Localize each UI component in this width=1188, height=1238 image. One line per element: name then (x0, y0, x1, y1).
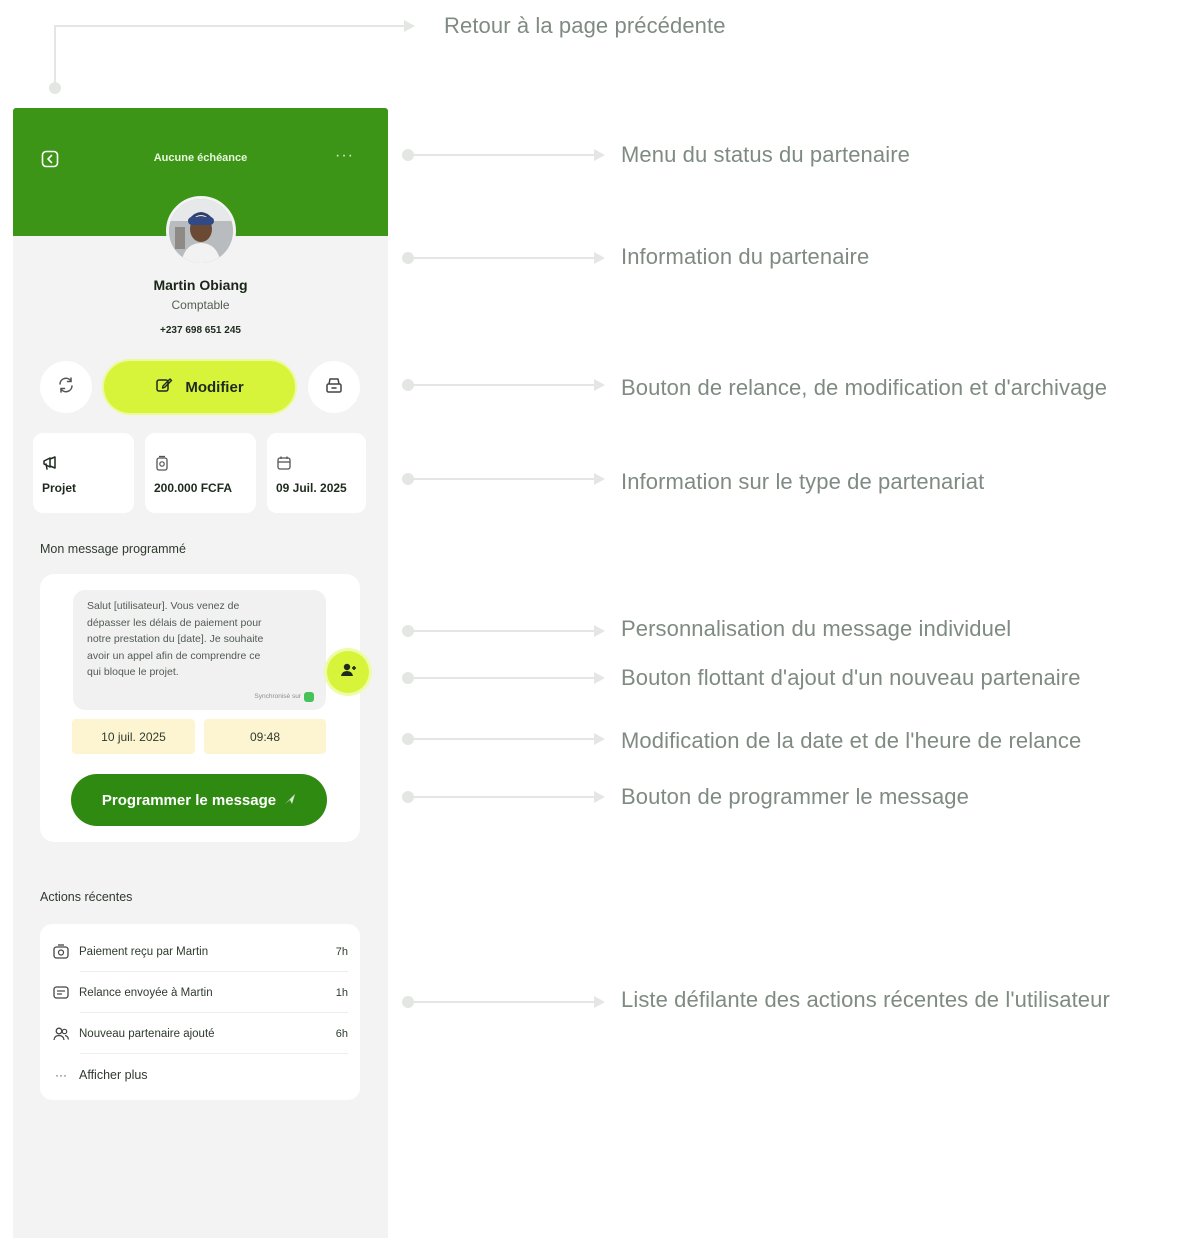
send-icon (284, 792, 296, 809)
relaunch-button[interactable] (40, 361, 92, 413)
annotation-label: Retour à la page précédente (444, 13, 726, 38)
partnership-type-card[interactable]: Projet (33, 433, 134, 513)
sync-label: Synchronisé sur (254, 692, 301, 700)
archive-button[interactable] (308, 361, 360, 413)
archive-icon (324, 375, 344, 400)
partnership-date-card[interactable]: 09 Juil. 2025 (267, 433, 366, 513)
partnership-date-value: 09 Juil. 2025 (276, 481, 347, 495)
partnership-amount-value: 200.000 FCFA (154, 481, 233, 495)
list-item[interactable]: Paiement reçu par Martin 7h (52, 931, 348, 972)
action-label: Relance envoyée à Martin (79, 986, 213, 999)
relaunch-date-field[interactable]: 10 juil. 2025 (72, 719, 195, 754)
annotation-label: Personnalisation du message individuel (621, 616, 1012, 641)
action-time: 7h (335, 945, 348, 958)
recent-actions-title: Actions récentes (40, 890, 133, 904)
schedule-button-label: Programmer le message (101, 791, 277, 809)
refresh-icon (56, 375, 76, 400)
schedule-message-button[interactable]: Programmer le message (71, 774, 327, 826)
payment-icon (52, 943, 70, 961)
annotation-label: Information du partenaire (621, 244, 870, 269)
annotation-label: Bouton de programmer le message (621, 784, 969, 809)
money-icon (154, 455, 170, 475)
message-line: notre prestation du [date]. Je souhaite (87, 633, 264, 645)
action-time: 1h (335, 986, 348, 999)
action-label: Nouveau partenaire ajouté (79, 1027, 215, 1040)
more-dots-icon: ··· (55, 1067, 67, 1082)
modify-label: Modifier (185, 378, 244, 396)
partnership-amount-card[interactable]: 200.000 FCFA (145, 433, 256, 513)
users-icon (52, 1025, 70, 1043)
edit-icon (155, 376, 173, 398)
scheduled-message-panel: Salut [utilisateur]. Vous venez de dépas… (40, 574, 369, 842)
partner-role: Comptable (171, 298, 230, 312)
action-time: 6h (335, 1027, 348, 1040)
scheduled-message-title: Mon message programmé (40, 542, 186, 556)
message-line: qui bloque le projet. (87, 666, 179, 678)
megaphone-icon (42, 456, 58, 475)
message-line: dépasser les délais de paiement pour (87, 616, 262, 629)
status-title[interactable]: Aucune échéance (13, 152, 388, 164)
avatar (166, 196, 236, 266)
sync-status: Synchronisé sur (254, 689, 314, 706)
message-line: Salut [utilisateur]. Vous venez de (87, 600, 240, 612)
partnership-type-value: Projet (42, 481, 77, 495)
annotation-label: Liste défilante des actions récentes de … (621, 987, 1110, 1012)
message-icon (52, 984, 70, 1002)
message-line: avoir un appel afin de comprendre ce (87, 649, 261, 662)
action-label: Paiement reçu par Martin (79, 945, 209, 958)
message-text-area[interactable]: Salut [utilisateur]. Vous venez de dépas… (73, 590, 326, 710)
annotation-label: Menu du status du partenaire (621, 142, 910, 167)
annotation-label: Bouton flottant d'ajout d'un nouveau par… (621, 665, 1081, 690)
annotation-label: Information sur le type de partenariat (621, 469, 985, 494)
annotation-label: Bouton de relance, de modification et d'… (621, 375, 1108, 400)
whatsapp-icon (304, 691, 314, 702)
relaunch-time-field[interactable]: 09:48 (204, 719, 326, 754)
annotation-label: Modification de la date et de l'heure de… (621, 728, 1082, 753)
list-item[interactable]: Relance envoyée à Martin 1h (52, 972, 348, 1013)
calendar-icon (276, 456, 292, 475)
partner-phone: +237 698 651 245 (160, 325, 241, 336)
more-dots-icon[interactable]: ··· (335, 147, 354, 165)
show-more-label: Afficher plus (79, 1067, 148, 1082)
show-more-link[interactable]: ··· Afficher plus (52, 1054, 348, 1095)
add-partner-fab[interactable] (327, 651, 369, 693)
list-item[interactable]: Nouveau partenaire ajouté 6h (52, 1013, 348, 1054)
partner-name: Martin Obiang (153, 277, 248, 293)
add-user-icon (339, 661, 357, 684)
modify-button[interactable]: Modifier (104, 361, 295, 413)
phone-screen: Aucune échéance ··· Martin Obiang Compta… (13, 108, 388, 1238)
recent-actions-list[interactable]: Paiement reçu par Martin 7h Relance envo… (40, 924, 360, 1100)
